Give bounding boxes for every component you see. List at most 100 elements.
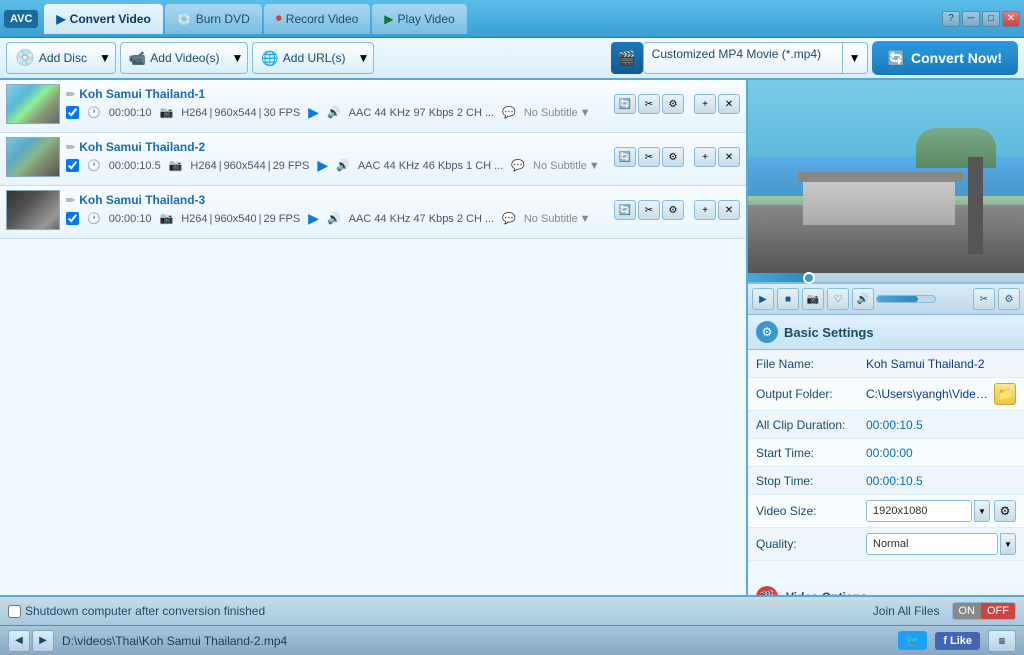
video-size-value[interactable]: 1920x1080 xyxy=(866,500,972,522)
file-settings-button[interactable]: ⚙ xyxy=(662,94,684,114)
file-checkbox[interactable] xyxy=(66,159,79,172)
quality-dropdown[interactable]: ▼ xyxy=(1000,533,1016,555)
quality-value[interactable]: Normal xyxy=(866,533,998,555)
convert-now-button[interactable]: 🔄 Convert Now! xyxy=(872,41,1018,75)
tab-play-video[interactable]: ▶ Play Video xyxy=(372,4,466,34)
file-checkbox[interactable] xyxy=(66,212,79,225)
file-settings-button[interactable]: ⚙ xyxy=(662,147,684,167)
shutdown-checkbox[interactable] xyxy=(8,605,21,618)
record-tab-label: Record Video xyxy=(286,12,359,26)
file-item: ✏ Koh Samui Thailand-3 🕐 00:00:10 📷 H264… xyxy=(0,186,746,239)
help-icon[interactable]: ? xyxy=(942,11,960,27)
subtitle-selector[interactable]: No Subtitle ▼ xyxy=(533,160,600,172)
video-size-dropdown[interactable]: ▼ xyxy=(974,500,990,522)
file-remove-button[interactable]: ✕ xyxy=(718,147,740,167)
add-disc-group: 💿 Add Disc ▼ xyxy=(6,42,116,74)
file-add-button[interactable]: + xyxy=(694,147,716,167)
crop-button[interactable]: ✂ xyxy=(973,288,995,310)
add-url-button[interactable]: 🌐 Add URL(s) xyxy=(252,42,353,74)
video-size-settings-button[interactable]: ⚙ xyxy=(994,500,1016,522)
file-info: ✏ Koh Samui Thailand-2 🕐 00:00:10.5 📷 H2… xyxy=(66,140,608,174)
format-selector-group: 🎬 Customized MP4 Movie (*.mp4) ▼ xyxy=(611,42,868,74)
add-url-label: Add URL(s) xyxy=(283,51,346,65)
toggle-on-label[interactable]: ON xyxy=(953,603,982,619)
file-remove-button[interactable]: ✕ xyxy=(718,200,740,220)
add-url-dropdown[interactable]: ▼ xyxy=(353,42,374,74)
file-refresh-button[interactable]: 🔄 xyxy=(614,147,636,167)
file-thumbnail xyxy=(6,190,60,230)
file-cut-button[interactable]: ✂ xyxy=(638,147,660,167)
disc-icon: 💿 xyxy=(15,48,35,68)
tab-record-video[interactable]: ⏺ Record Video xyxy=(264,4,371,34)
subtitle-selector[interactable]: No Subtitle ▼ xyxy=(524,213,591,225)
title-bar: AVC ▶ Convert Video 💿 Burn DVD ⏺ Record … xyxy=(0,0,1024,38)
right-panel: ▶ ■ 📷 ♡ 🔊 ✂ ⚙ ⚙ Basic Settings File Name… xyxy=(748,80,1024,595)
toggle-off-label[interactable]: OFF xyxy=(981,603,1015,619)
add-video-button[interactable]: 📹 Add Video(s) xyxy=(120,42,228,74)
file-settings-button[interactable]: ⚙ xyxy=(662,200,684,220)
file-refresh-button[interactable]: 🔄 xyxy=(614,200,636,220)
twitter-button[interactable]: 🐦 xyxy=(898,631,928,650)
effect-button[interactable]: ⚙ xyxy=(998,288,1020,310)
file-list: ✏ Koh Samui Thailand-1 🕐 00:00:10 📷 H264… xyxy=(0,80,748,595)
settings-header: ⚙ Basic Settings xyxy=(748,315,1024,350)
quality-select[interactable]: Normal ▼ xyxy=(866,533,1016,555)
duration: 00:00:10.5 xyxy=(109,160,161,172)
convert-tab-label: Convert Video xyxy=(70,12,151,26)
file-info: ✏ Koh Samui Thailand-3 🕐 00:00:10 📷 H264… xyxy=(66,193,608,227)
volume-icon-button[interactable]: 🔊 xyxy=(852,288,874,310)
speaker-icon: 🔊 xyxy=(336,159,350,172)
file-cut-button[interactable]: ✂ xyxy=(638,94,660,114)
file-add-button[interactable]: + xyxy=(694,200,716,220)
heart-button[interactable]: ♡ xyxy=(827,288,849,310)
quality-label: Quality: xyxy=(756,537,866,551)
maximize-button[interactable]: □ xyxy=(982,11,1000,27)
file-cut-button[interactable]: ✂ xyxy=(638,200,660,220)
shutdown-check: Shutdown computer after conversion finis… xyxy=(8,604,265,618)
nav-prev-button[interactable]: ◀ xyxy=(8,630,30,652)
video-options-section[interactable]: 🎬 Video Options xyxy=(748,581,1024,595)
menu-button[interactable]: ≡ xyxy=(988,630,1016,652)
record-tab-icon: ⏺ xyxy=(276,11,282,26)
duration: 00:00:10 xyxy=(109,107,152,119)
facebook-like-button[interactable]: f Like xyxy=(935,632,980,650)
nav-next-button[interactable]: ▶ xyxy=(32,630,54,652)
subtitle-selector[interactable]: No Subtitle ▼ xyxy=(524,107,591,119)
tab-convert-video[interactable]: ▶ Convert Video xyxy=(44,4,162,34)
toggle-button[interactable]: ON OFF xyxy=(952,602,1017,620)
file-remove-button[interactable]: ✕ xyxy=(718,94,740,114)
convert-now-label: Convert Now! xyxy=(911,50,1002,66)
file-add-button[interactable]: + xyxy=(694,94,716,114)
format-icon-button[interactable]: 🎬 xyxy=(611,42,643,74)
add-video-dropdown[interactable]: ▼ xyxy=(227,42,248,74)
format-select-dropdown[interactable]: ▼ xyxy=(843,42,868,74)
video-size-select[interactable]: 1920x1080 ▼ ⚙ xyxy=(866,500,1016,522)
file-checkbox[interactable] xyxy=(66,106,79,119)
video-size-row: Video Size: 1920x1080 ▼ ⚙ xyxy=(748,495,1024,528)
file-meta: 🕐 00:00:10 📷 H264 | 960x544 | 30 FPS ▶ 🔊… xyxy=(66,104,608,121)
volume-bar[interactable] xyxy=(876,295,936,303)
browse-folder-button[interactable]: 📁 xyxy=(994,383,1016,405)
start-time-value: 00:00:00 xyxy=(866,446,1016,460)
output-folder-label: Output Folder: xyxy=(756,387,866,401)
clip-duration-label: All Clip Duration: xyxy=(756,418,866,432)
file-name-value: Koh Samui Thailand-2 xyxy=(866,357,1016,371)
file-name-label: File Name: xyxy=(756,357,866,371)
window-controls: ? ─ □ ✕ xyxy=(942,11,1020,27)
format-select[interactable]: Customized MP4 Movie (*.mp4) xyxy=(643,42,843,74)
minimize-button[interactable]: ─ xyxy=(962,11,980,27)
clip-duration-value: 00:00:10.5 xyxy=(866,418,1016,432)
play-button[interactable]: ▶ xyxy=(752,288,774,310)
close-button[interactable]: ✕ xyxy=(1002,11,1020,27)
snapshot-button[interactable]: 📷 xyxy=(802,288,824,310)
add-disc-dropdown[interactable]: ▼ xyxy=(95,42,116,74)
stop-button[interactable]: ■ xyxy=(777,288,799,310)
file-refresh-button[interactable]: 🔄 xyxy=(614,94,636,114)
dvd-tab-label: Burn DVD xyxy=(196,12,250,26)
tab-burn-dvd[interactable]: 💿 Burn DVD xyxy=(165,4,262,34)
duration: 00:00:10 xyxy=(109,213,152,225)
add-disc-button[interactable]: 💿 Add Disc xyxy=(6,42,95,74)
seek-bar[interactable] xyxy=(748,273,1024,283)
seek-knob[interactable] xyxy=(803,272,815,284)
file-title: Koh Samui Thailand-1 xyxy=(79,87,608,101)
